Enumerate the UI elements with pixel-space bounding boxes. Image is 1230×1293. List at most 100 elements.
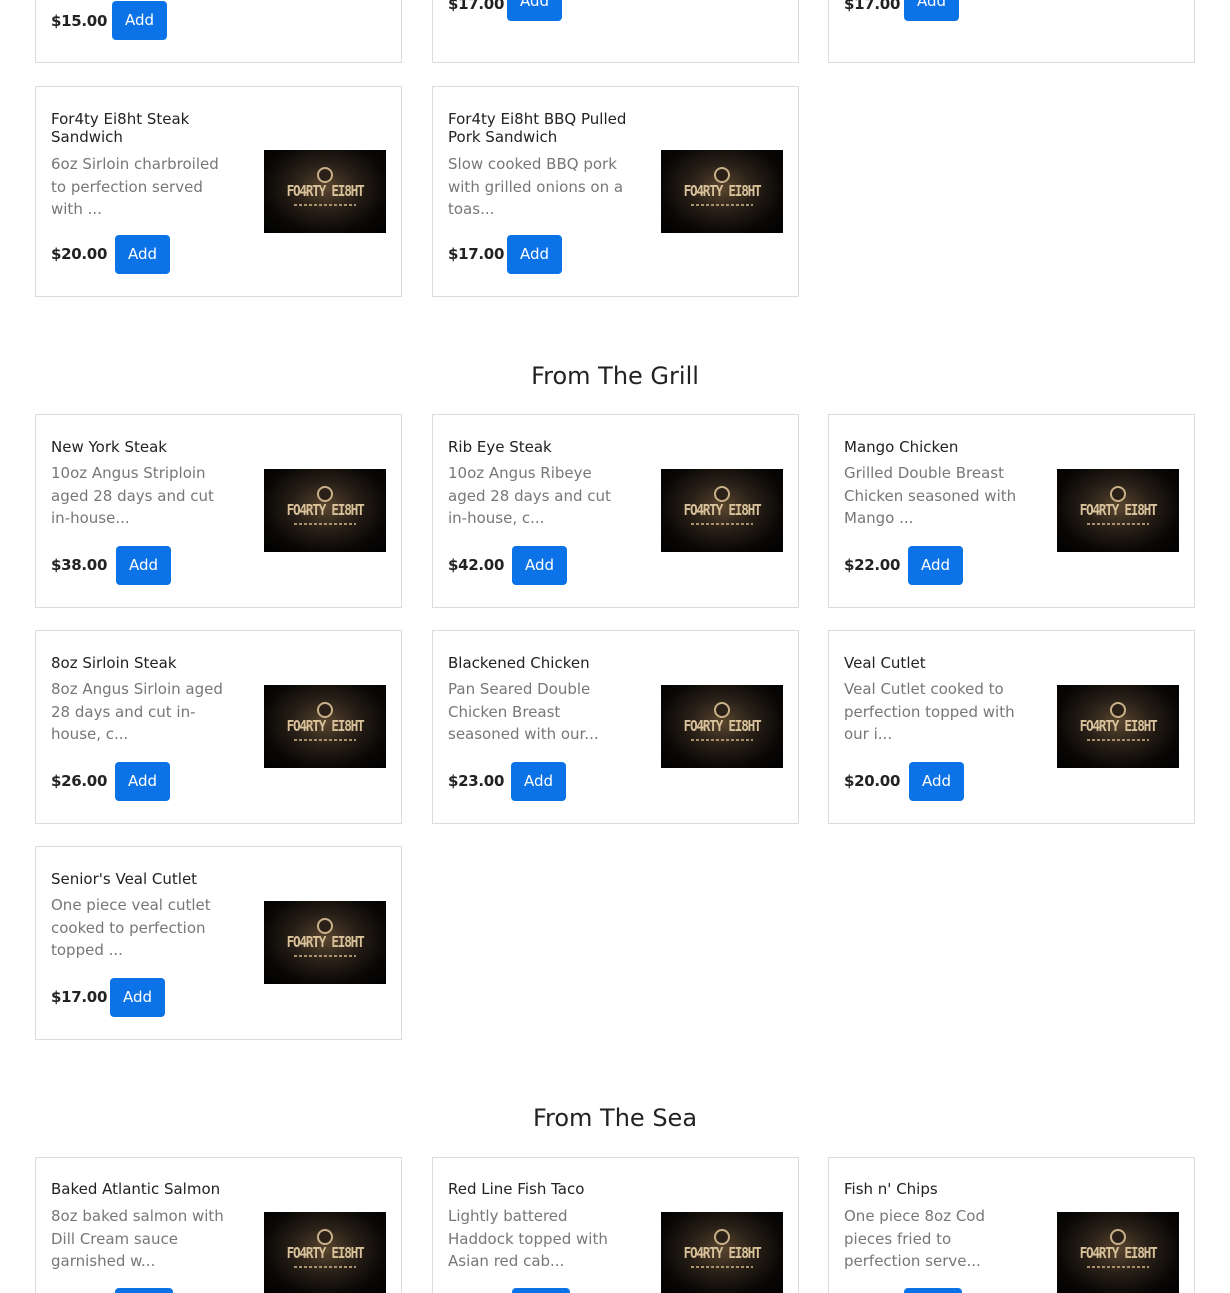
logo-tagline <box>294 739 356 741</box>
menu-item-card[interactable]: Fish n' Chips One piece 8oz Cod pieces f… <box>828 1157 1195 1293</box>
logo-text: FO4RTY EI8HT <box>286 717 365 735</box>
item-description: Lightly battered Haddock topped with Asi… <box>448 1207 608 1270</box>
item-name: Baked Atlantic Salmon <box>51 1180 221 1198</box>
menu-item-card[interactable]: New York Steak 10oz Angus Striploin aged… <box>35 414 402 608</box>
logo-text: FO4RTY EI8HT <box>286 1244 365 1262</box>
logo-tagline <box>1087 523 1149 525</box>
logo-tagline <box>294 523 356 525</box>
item-name: Veal Cutlet <box>844 654 926 672</box>
item-name: Fish n' Chips <box>844 1180 938 1198</box>
logo-text: FO4RTY EI8HT <box>1079 501 1158 519</box>
logo-text: FO4RTY EI8HT <box>286 501 365 519</box>
add-button[interactable]: Add <box>115 762 171 801</box>
add-button[interactable] <box>512 1288 570 1293</box>
menu-item-card[interactable]: Mango Chicken Grilled Double Breast Chic… <box>828 414 1195 608</box>
logo-text: FO4RTY EI8HT <box>1079 1244 1158 1262</box>
logo-tagline <box>691 739 753 741</box>
item-description: 8oz baked salmon with Dill Cream sauce g… <box>51 1207 224 1270</box>
add-button[interactable] <box>904 1288 962 1293</box>
logo-text: FO4RTY EI8HT <box>683 717 762 735</box>
menu-item-card[interactable]: For4ty Ei8ht BBQ Pulled Pork Sandwich Sl… <box>432 86 799 297</box>
logo-text: FO4RTY EI8HT <box>683 501 762 519</box>
item-price: $22.00 <box>844 556 901 574</box>
item-name: New York Steak <box>51 438 167 456</box>
logo-tagline <box>1087 1266 1149 1268</box>
logo-icon <box>714 1229 730 1245</box>
section-title-sea: From The Sea <box>532 1104 698 1132</box>
item-price: $23.00 <box>448 772 505 790</box>
logo-icon <box>1110 486 1126 502</box>
item-price: $42.00 <box>448 556 505 574</box>
logo-text: FO4RTY EI8HT <box>683 1244 762 1262</box>
logo-tagline <box>294 204 356 206</box>
logo-tagline <box>691 1266 753 1268</box>
logo-text: FO4RTY EI8HT <box>286 933 365 951</box>
item-image: FO4RTY EI8HT <box>1057 1212 1179 1293</box>
item-description: Grilled Double Breast Chicken seasoned w… <box>844 464 1017 527</box>
item-description: 10oz Angus Ribeye aged 28 days and cut i… <box>448 464 611 527</box>
item-image: FO4RTY EI8HT <box>264 685 386 768</box>
add-button[interactable]: Add <box>512 546 568 585</box>
add-button[interactable]: Add <box>112 1 168 40</box>
item-image: FO4RTY EI8HT <box>264 469 386 552</box>
item-price: $38.00 <box>51 556 108 574</box>
logo-icon <box>317 486 333 502</box>
menu-item-card[interactable]: Blackened Chicken Pan Seared Double Chic… <box>432 630 799 824</box>
menu-item-card[interactable]: For4ty Ei8ht Steak Sandwich 6oz Sirloin … <box>35 86 402 297</box>
logo-icon <box>317 702 333 718</box>
menu-item-card[interactable]: Red Line Fish Taco Lightly battered Hadd… <box>432 1157 799 1293</box>
menu-item-card[interactable]: Baked Atlantic Salmon 8oz baked salmon w… <box>35 1157 402 1293</box>
add-button[interactable]: Add <box>110 978 166 1017</box>
item-image: FO4RTY EI8HT <box>1057 685 1179 768</box>
item-image: FO4RTY EI8HT <box>264 901 386 984</box>
item-image: FO4RTY EI8HT <box>264 1212 386 1293</box>
item-description: Veal Cutlet cooked to perfection topped … <box>844 680 1015 743</box>
item-description: 8oz Angus Sirloin aged 28 days and cut i… <box>51 680 223 743</box>
menu-item-card[interactable]: Senior's Veal Cutlet One piece veal cutl… <box>35 846 402 1040</box>
add-button[interactable]: Add <box>909 762 965 801</box>
logo-icon <box>714 486 730 502</box>
logo-tagline <box>691 204 753 206</box>
item-price: $20.00 <box>844 772 901 790</box>
logo-icon <box>317 918 333 934</box>
add-button[interactable]: Add <box>511 762 567 801</box>
menu-item-card[interactable]: $15.00 Add <box>35 0 402 63</box>
item-name: Mango Chicken <box>844 438 959 456</box>
item-description: One piece 8oz Cod pieces fried to perfec… <box>844 1207 986 1270</box>
add-button[interactable]: Add <box>115 235 171 274</box>
item-price: $17.00 <box>51 988 108 1006</box>
add-button[interactable] <box>115 1288 173 1293</box>
section-title-grill: From The Grill <box>531 362 699 390</box>
add-button[interactable]: Add <box>908 546 964 585</box>
logo-icon <box>317 1229 333 1245</box>
item-description: Slow cooked BBQ pork with grilled onions… <box>448 155 624 218</box>
item-image: FO4RTY EI8HT <box>661 469 783 552</box>
logo-icon <box>714 167 730 183</box>
menu-item-card[interactable]: Rib Eye Steak 10oz Angus Ribeye aged 28 … <box>432 414 799 608</box>
add-button[interactable]: Add <box>904 0 960 21</box>
add-button[interactable]: Add <box>116 546 172 585</box>
item-image: FO4RTY EI8HT <box>264 150 386 233</box>
item-name: For4ty Ei8ht Steak Sandwich <box>51 110 190 146</box>
item-price: $17.00 <box>844 0 901 13</box>
menu-item-card[interactable]: $17.00 Add <box>828 0 1195 63</box>
logo-tagline <box>294 955 356 957</box>
item-description: 10oz Angus Striploin aged 28 days and cu… <box>51 464 214 527</box>
item-price: $17.00 <box>448 0 505 13</box>
menu-item-card[interactable]: $17.00 Add <box>432 0 799 63</box>
item-name: Red Line Fish Taco <box>448 1180 585 1198</box>
logo-icon <box>714 702 730 718</box>
add-button[interactable]: Add <box>507 0 563 21</box>
item-price: $20.00 <box>51 245 108 263</box>
logo-tagline <box>1087 739 1149 741</box>
menu-item-card[interactable]: Veal Cutlet Veal Cutlet cooked to perfec… <box>828 630 1195 824</box>
logo-tagline <box>294 1266 356 1268</box>
add-button[interactable]: Add <box>507 235 563 274</box>
menu-item-card[interactable]: 8oz Sirloin Steak 8oz Angus Sirloin aged… <box>35 630 402 824</box>
logo-icon <box>1110 1229 1126 1245</box>
item-name: Blackened Chicken <box>448 654 590 672</box>
item-image: FO4RTY EI8HT <box>1057 469 1179 552</box>
logo-tagline <box>691 523 753 525</box>
item-name: Rib Eye Steak <box>448 438 552 456</box>
item-price: $17.00 <box>448 245 505 263</box>
